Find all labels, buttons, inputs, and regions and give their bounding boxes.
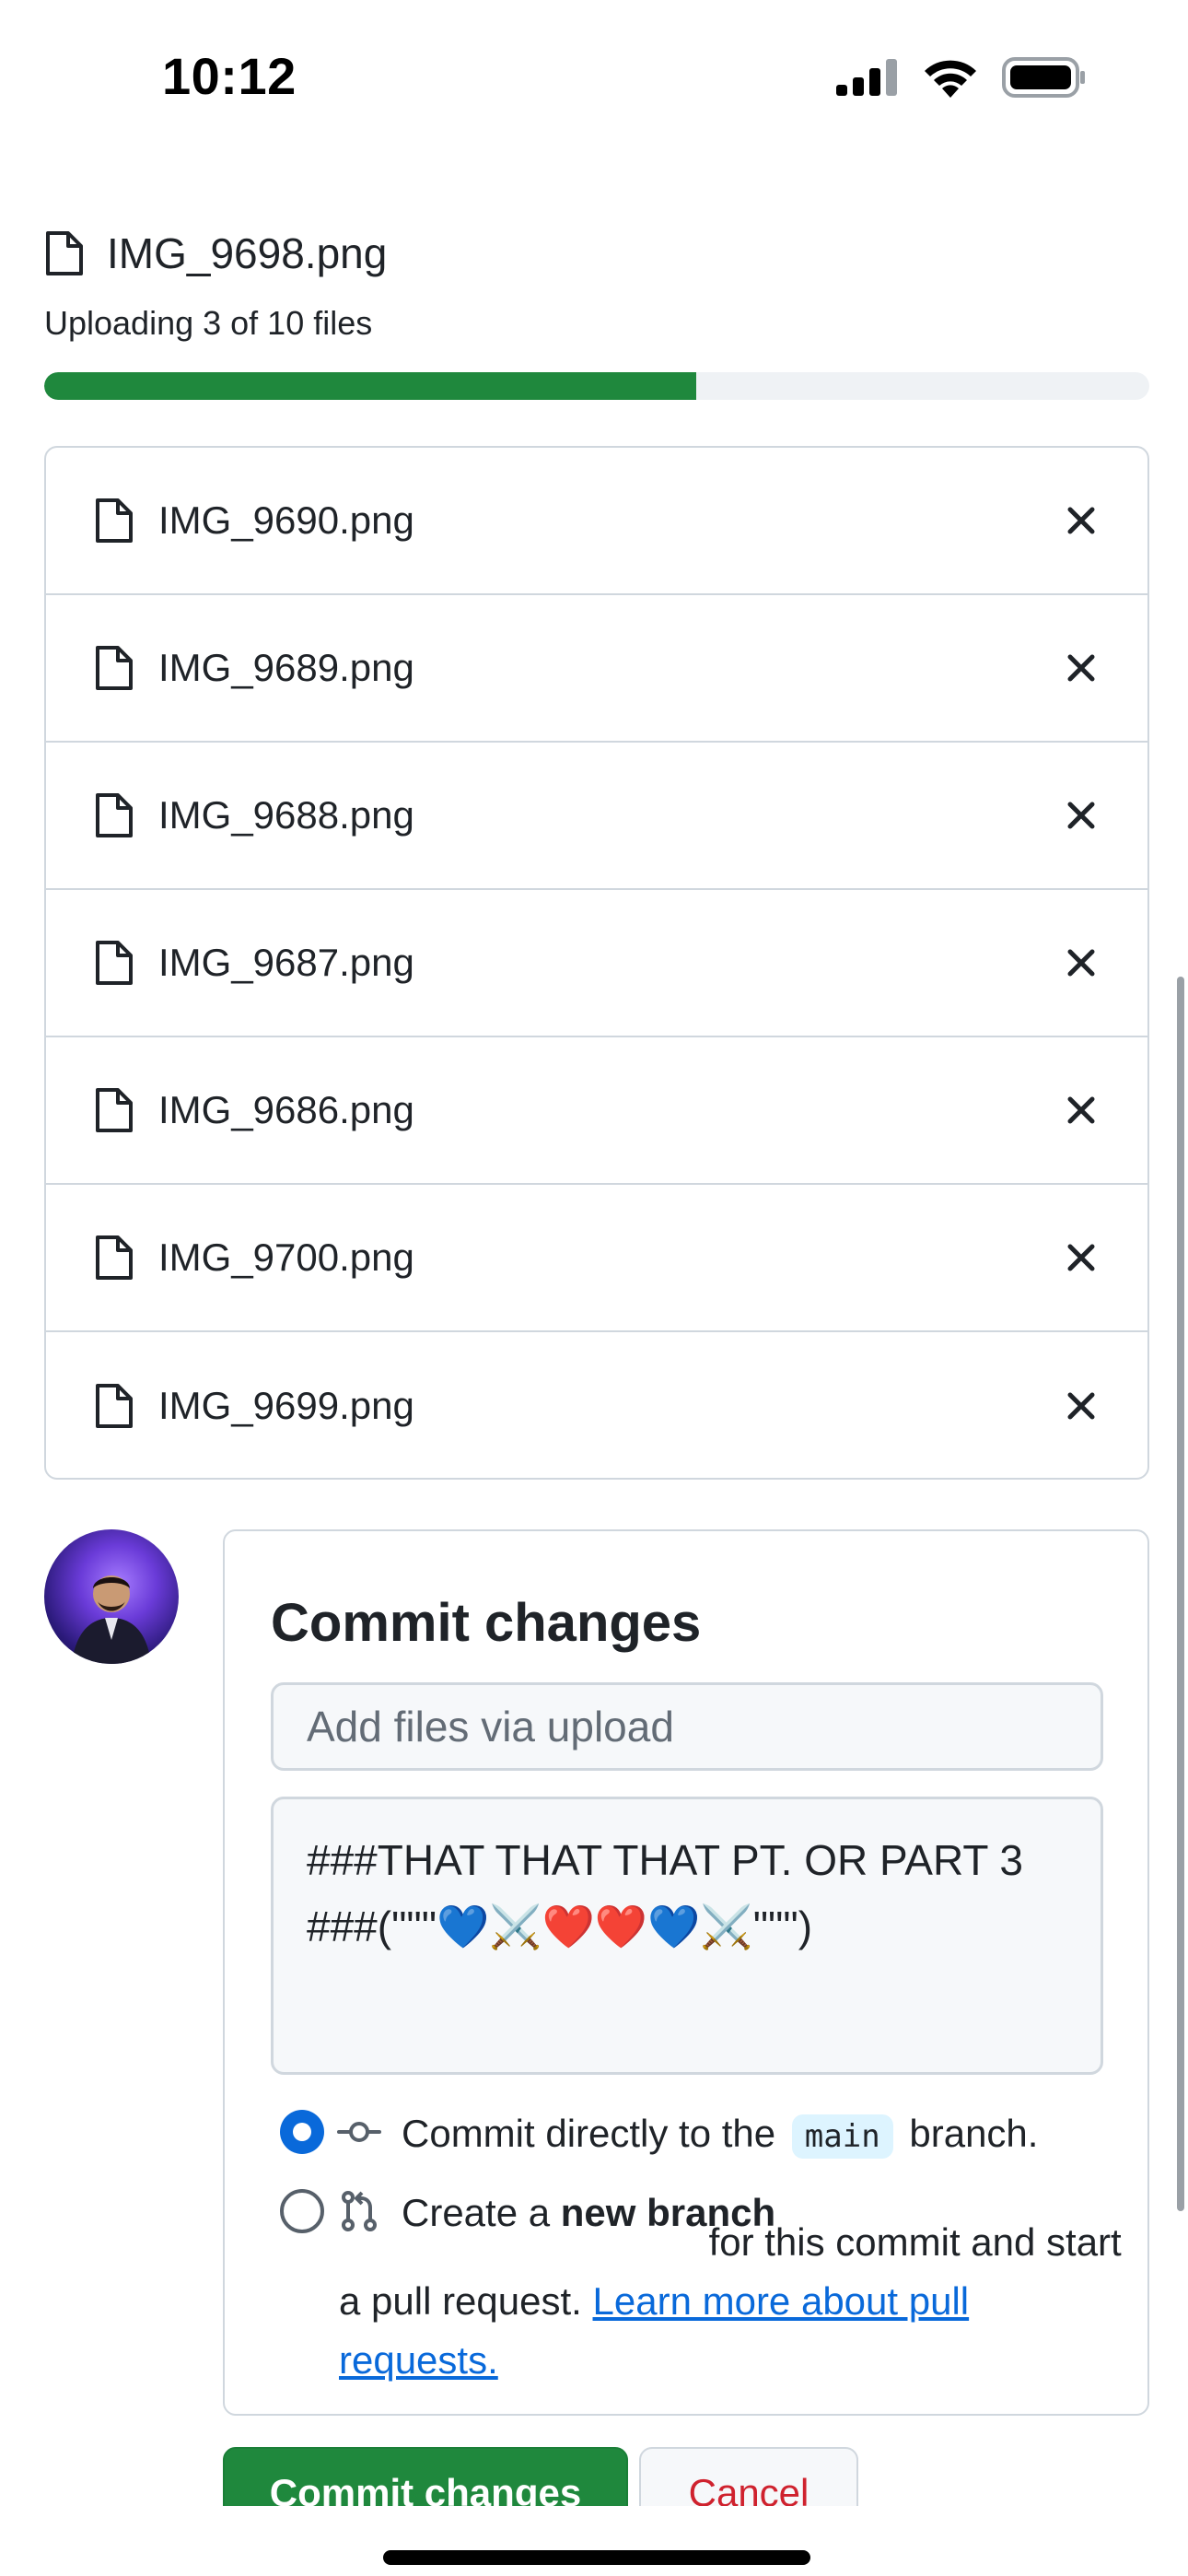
upload-progress-bar — [44, 372, 1149, 400]
current-upload-filename: IMG_9698.png — [107, 229, 388, 277]
remove-file-button[interactable] — [1054, 1230, 1109, 1285]
file-name: IMG_9687.png — [158, 941, 414, 984]
file-icon — [96, 1088, 133, 1132]
file-icon — [46, 231, 83, 275]
upload-status-text: Uploading 3 of 10 files — [44, 304, 373, 342]
option-commit-directly-label: Commit directly to the main branch. — [402, 2104, 1038, 2166]
file-row: IMG_9700.png — [46, 1185, 1147, 1332]
file-name: IMG_9686.png — [158, 1088, 414, 1131]
option-commit-directly[interactable]: Commit directly to the main branch. — [280, 2104, 1038, 2166]
close-icon — [1067, 1096, 1095, 1124]
close-icon — [1067, 802, 1095, 829]
status-time: 10:12 — [162, 47, 297, 105]
git-commit-icon — [337, 2122, 381, 2142]
file-name: IMG_9688.png — [158, 793, 414, 837]
option-commit-directly-text: Commit directly to the — [402, 2112, 776, 2155]
user-photo — [72, 1575, 151, 1664]
option-commit-directly-suffix: branch. — [909, 2112, 1039, 2155]
commit-panel: Commit changes ###THAT THAT THAT PT. OR … — [223, 1529, 1149, 2416]
close-icon — [1067, 654, 1095, 682]
bottom-safe-area — [0, 2506, 1188, 2576]
remove-file-button[interactable] — [1054, 493, 1109, 548]
file-icon — [96, 793, 133, 837]
close-icon — [1067, 507, 1095, 534]
cellular-signal-icon — [836, 59, 897, 96]
status-bar: 10:12 — [0, 0, 1188, 147]
close-icon — [1067, 1392, 1095, 1420]
status-icons — [836, 57, 1087, 98]
file-row: IMG_9690.png — [46, 448, 1147, 595]
home-indicator[interactable] — [383, 2550, 810, 2565]
file-name: IMG_9700.png — [158, 1235, 414, 1279]
upload-progress-fill — [44, 372, 696, 400]
file-icon — [96, 941, 133, 985]
wifi-icon — [925, 60, 976, 98]
file-icon — [96, 646, 133, 690]
close-icon — [1067, 1244, 1095, 1271]
remove-file-button[interactable] — [1054, 935, 1109, 990]
option-new-branch-description: Create a new branch for this commit and … — [339, 2213, 1131, 2390]
file-list: IMG_9690.png IMG_9689.png IMG_9688.png IMG_… — [44, 446, 1149, 1480]
radio-new-branch[interactable] — [280, 2189, 324, 2233]
remove-file-button[interactable] — [1054, 1378, 1109, 1434]
file-name: IMG_9690.png — [158, 498, 414, 542]
file-name: IMG_9699.png — [158, 1384, 414, 1427]
file-row: IMG_9687.png — [46, 890, 1147, 1037]
close-icon — [1067, 949, 1095, 977]
file-row: IMG_9688.png — [46, 743, 1147, 890]
file-row: IMG_9689.png — [46, 595, 1147, 743]
file-row: IMG_9699.png — [46, 1332, 1147, 1478]
battery-icon — [1002, 57, 1085, 98]
commit-summary-input[interactable] — [271, 1682, 1103, 1771]
scrollbar[interactable] — [1177, 977, 1184, 2211]
screen: 10:12 IMG_9698.png Uploading 3 of 10 fil… — [0, 0, 1188, 2576]
remove-file-button[interactable] — [1054, 640, 1109, 696]
remove-file-button[interactable] — [1054, 788, 1109, 843]
current-upload: IMG_9698.png — [44, 228, 387, 278]
file-icon — [96, 1235, 133, 1280]
commit-title: Commit changes — [271, 1593, 702, 1653]
commit-description-textarea[interactable]: ###THAT THAT THAT PT. OR PART 3 ###("""💙… — [271, 1797, 1103, 2075]
radio-commit-directly[interactable] — [280, 2110, 324, 2154]
file-icon — [96, 1384, 133, 1428]
file-icon — [96, 498, 133, 543]
file-name: IMG_9689.png — [158, 646, 414, 689]
remove-file-button[interactable] — [1054, 1083, 1109, 1138]
avatar — [44, 1529, 179, 1664]
branch-name-chip: main — [791, 2114, 893, 2159]
file-row: IMG_9686.png — [46, 1037, 1147, 1185]
commit-description-text: ###THAT THAT THAT PT. OR PART 3 ###("""💙… — [307, 1836, 1035, 1950]
